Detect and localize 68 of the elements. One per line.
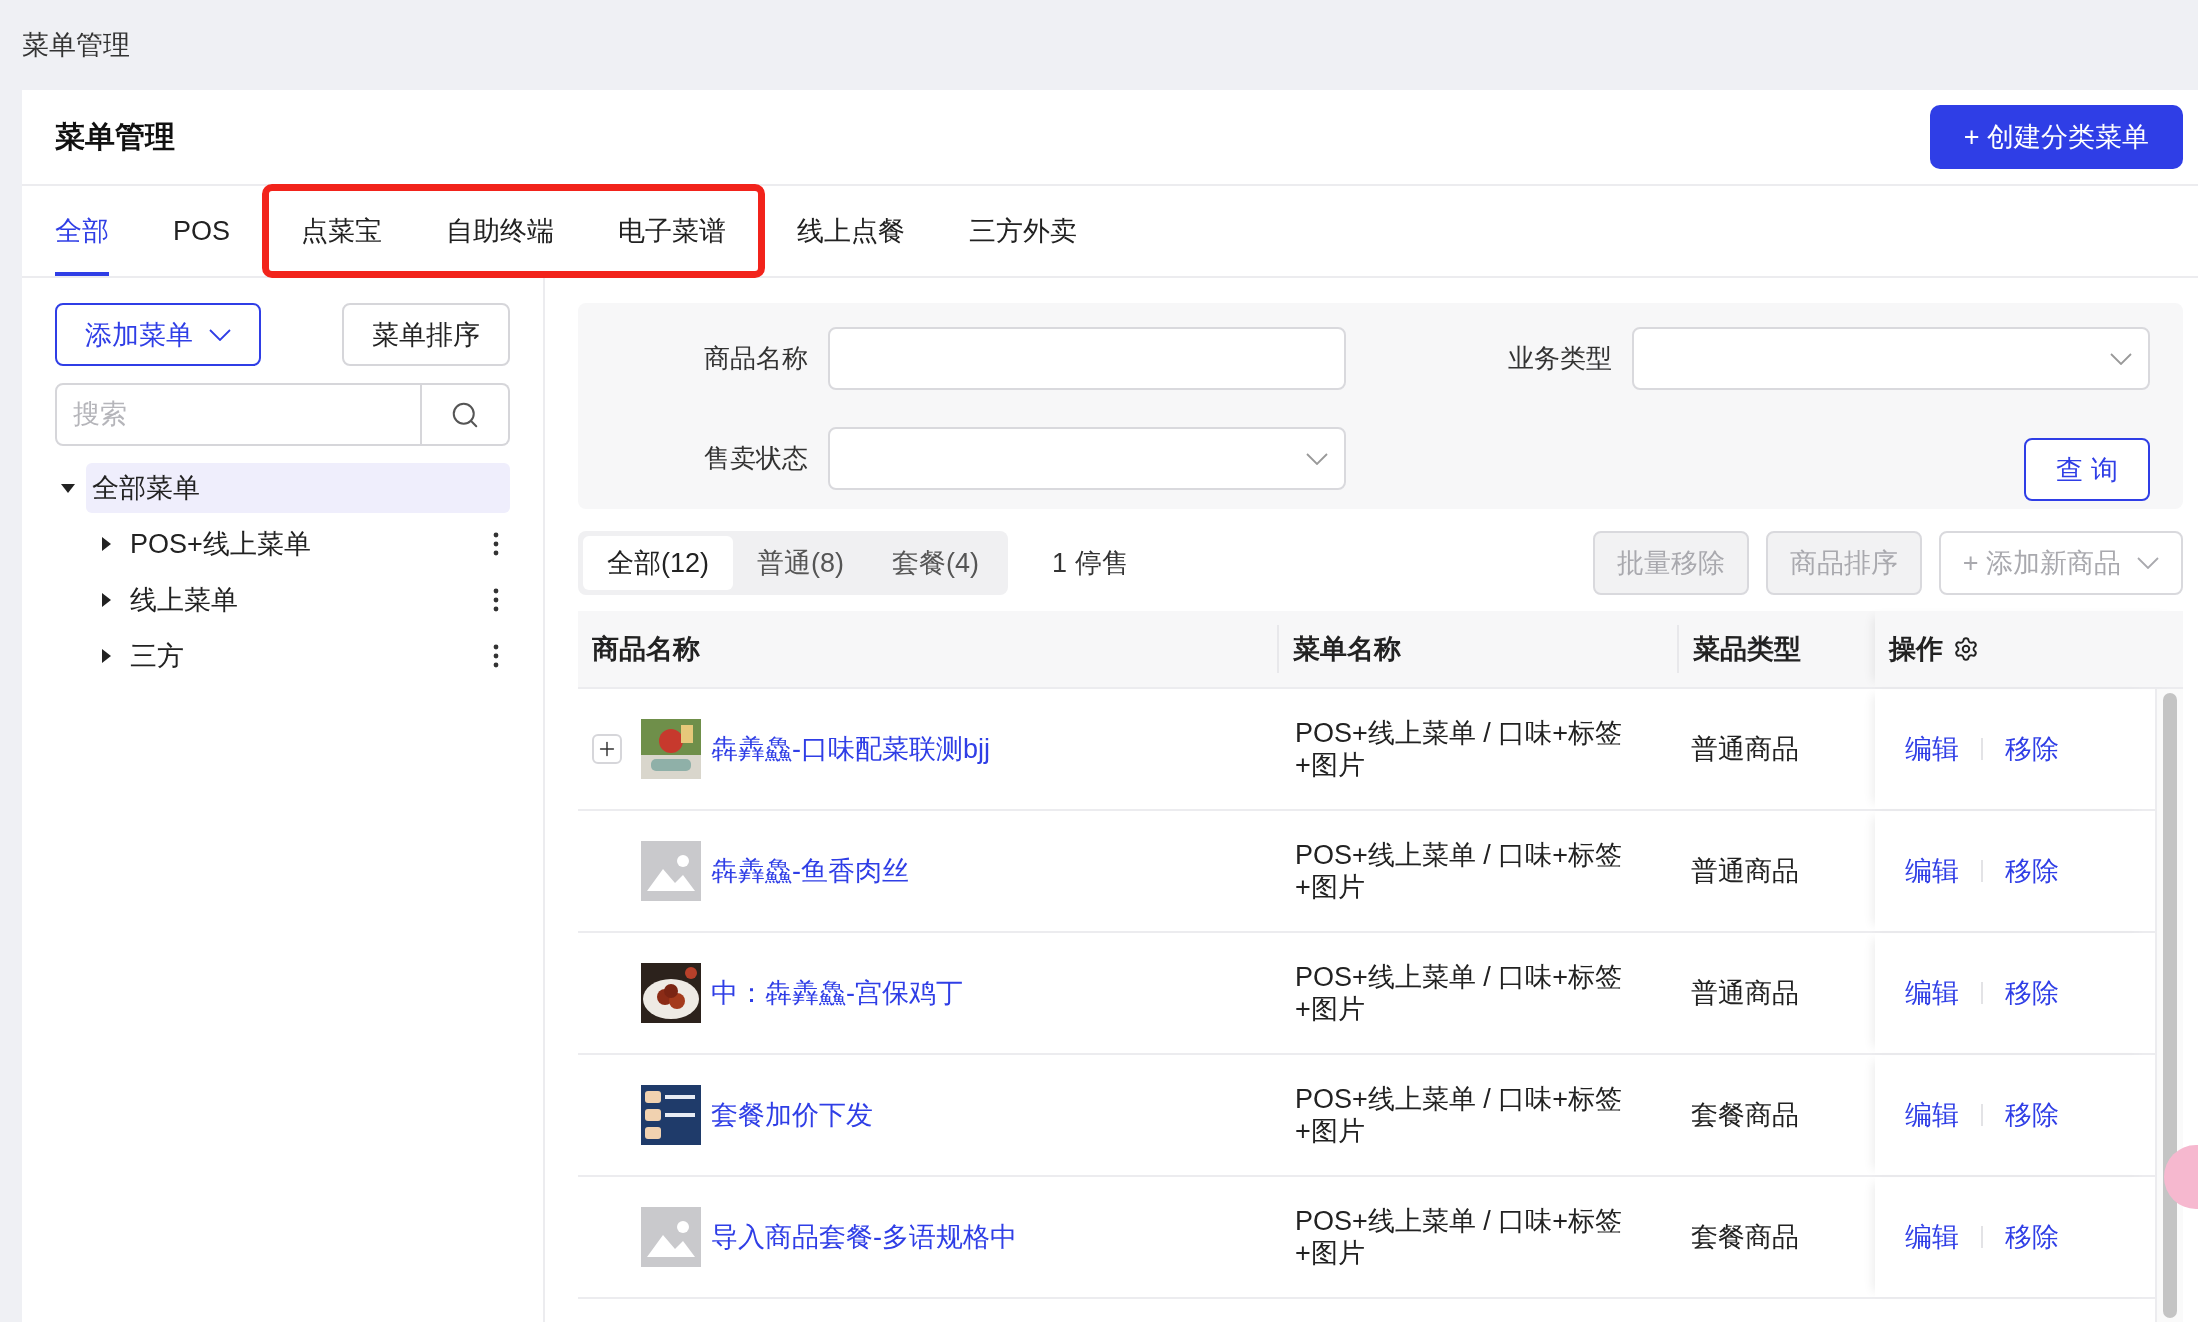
table-cell-text: POS+线上菜单 / 口味+标签 +图片 xyxy=(1294,1082,1624,1148)
table-cell-text: 普通商品 xyxy=(1690,977,1800,1010)
edit-link[interactable]: 编辑 xyxy=(1905,853,1959,889)
tree-item[interactable]: POS+线上菜单 xyxy=(124,519,492,569)
query-button[interactable]: 查 询 xyxy=(2024,438,2150,501)
product-link[interactable]: 中：犇羴鱻-宫保鸡丁 xyxy=(711,975,963,1011)
tab[interactable]: 电子菜谱 xyxy=(586,191,759,271)
chevron-down-icon xyxy=(209,328,231,341)
filter-label: 商品名称 xyxy=(703,342,808,375)
chevron-down-icon xyxy=(2110,352,2132,365)
settings-icon[interactable] xyxy=(1953,636,1979,662)
breadcrumb: 菜单管理 xyxy=(21,29,131,62)
product-link[interactable]: 套餐加价下发 xyxy=(711,1097,873,1133)
edit-link[interactable]: 编辑 xyxy=(1905,1219,1959,1255)
search-button[interactable] xyxy=(422,383,510,446)
expand-button[interactable] xyxy=(592,734,622,764)
more-icon[interactable] xyxy=(492,588,500,612)
select-field[interactable] xyxy=(828,427,1346,490)
search-field[interactable]: 搜索 xyxy=(55,383,422,446)
chevron-down-icon xyxy=(1306,452,1328,465)
tree-item[interactable]: 全部菜单 xyxy=(86,463,510,513)
product-link[interactable]: 犇羴鱻-口味配菜联测bjj xyxy=(711,731,990,767)
tab[interactable]: 线上点餐 xyxy=(765,186,938,276)
remove-link[interactable]: 移除 xyxy=(2005,975,2059,1011)
table-cell-text: 套餐商品 xyxy=(1690,1221,1800,1254)
tree-item[interactable]: 线上菜单 xyxy=(124,575,492,625)
table-cell-text: POS+线上菜单 / 口味+标签 +图片 xyxy=(1294,838,1624,904)
remove-link[interactable]: 移除 xyxy=(2005,731,2059,767)
column-header: 商品名称 xyxy=(591,633,701,666)
product-link[interactable]: 导入商品套餐-多语规格中 xyxy=(711,1219,1017,1255)
remove-link[interactable]: 移除 xyxy=(2005,1097,2059,1133)
column-header: 菜单名称 xyxy=(1277,625,1677,673)
table-cell-text: POS+线上菜单 / 口味+标签 +图片 xyxy=(1294,1204,1624,1270)
sort-menu-button[interactable]: 菜单排序 xyxy=(342,303,510,366)
remove-link[interactable]: 移除 xyxy=(2005,853,2059,889)
edit-link[interactable]: 编辑 xyxy=(1905,731,1959,767)
tab[interactable]: POS xyxy=(141,186,263,276)
segment-tab[interactable]: 套餐(4) xyxy=(868,536,1003,590)
filter-label: 业务类型 xyxy=(1507,342,1612,375)
more-icon[interactable] xyxy=(492,644,500,668)
remove-link[interactable]: 移除 xyxy=(2005,1219,2059,1255)
more-icon[interactable] xyxy=(492,532,500,556)
create-menu-button[interactable]: + 创建分类菜单 xyxy=(1929,105,2183,169)
add-menu-button[interactable]: 添加菜单 xyxy=(55,303,261,366)
input-field[interactable] xyxy=(828,327,1346,390)
stopped-count: 1 停售 xyxy=(1052,547,1129,580)
tab[interactable]: 点菜宝 xyxy=(269,191,415,271)
column-header: 菜品类型 xyxy=(1677,625,1875,673)
table-cell-text: 套餐商品 xyxy=(1690,1099,1800,1132)
filter-label: 售卖状态 xyxy=(703,442,808,475)
segment-tab[interactable]: 普通(8) xyxy=(733,536,868,590)
page-title: 菜单管理 xyxy=(55,118,175,155)
table-cell-text: 普通商品 xyxy=(1690,855,1800,888)
scrollbar[interactable] xyxy=(2155,689,2183,1322)
table-cell-text: 普通商品 xyxy=(1690,733,1800,766)
tree-item[interactable]: 三方 xyxy=(124,631,492,681)
table-cell-text: POS+线上菜单 / 口味+标签 +图片 xyxy=(1294,716,1624,782)
edit-link[interactable]: 编辑 xyxy=(1905,975,1959,1011)
product-link[interactable]: 犇羴鱻-鱼香肉丝 xyxy=(711,853,909,889)
tab[interactable]: 自助终端 xyxy=(414,191,587,271)
chevron-down-icon xyxy=(2137,557,2159,569)
edit-link[interactable]: 编辑 xyxy=(1905,1097,1959,1133)
tab[interactable]: 三方外卖 xyxy=(937,186,1110,276)
tab[interactable]: 全部 xyxy=(23,186,141,276)
column-header: 操作 xyxy=(1875,611,2183,687)
segment-tab[interactable]: 全部(12) xyxy=(583,536,733,590)
select-field[interactable] xyxy=(1632,327,2150,390)
table-cell-text: POS+线上菜单 / 口味+标签 +图片 xyxy=(1294,960,1624,1026)
